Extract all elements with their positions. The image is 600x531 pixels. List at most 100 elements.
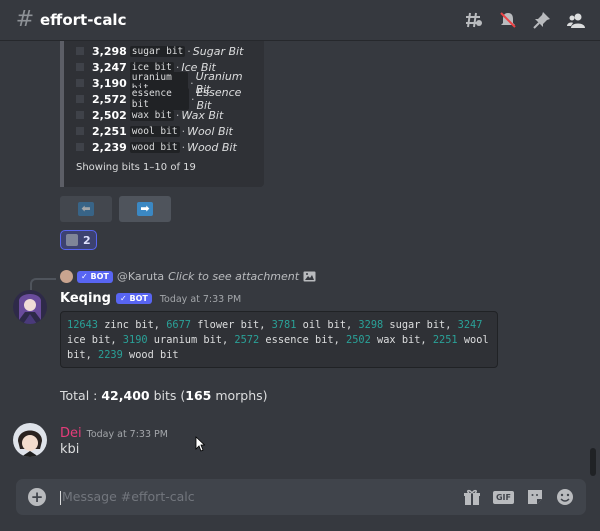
embed-row: 2,239 wood bit · Wood Bit [76,139,252,155]
code-content: 12643 zinc bit, 6677 flower bit, 3781 oi… [67,318,491,363]
row-count: 3,190 [92,76,127,90]
code-number: 3190 [122,334,148,346]
dei-message-text: kbi [60,442,80,457]
message-input-bar: + Message #effort-calc GIF [16,479,586,515]
code-label: zinc bit, [98,319,167,331]
reply-avatar [60,270,73,283]
dei-message-header: Dei Today at 7:33 PM [60,426,168,441]
code-label: flower bit, [191,319,272,331]
channel-name: effort-calc [40,11,127,29]
mute-notifications-icon[interactable] [498,10,518,30]
channel-header: # effort-calc [0,0,600,41]
keqing-timestamp: Today at 7:33 PM [159,294,242,305]
total-morphs: 165 [185,388,212,403]
dei-username[interactable]: Dei [60,426,82,441]
dei-avatar[interactable] [13,423,47,457]
code-number: 2572 [234,334,260,346]
total-prefix: Total : [60,388,102,403]
arrow-right-icon: ➡ [137,202,153,216]
code-label: wood bit [122,349,179,361]
message-input[interactable]: Message #effort-calc [60,489,463,505]
keqing-username[interactable]: Keqing [60,291,111,306]
code-number: 12643 [67,319,98,331]
keqing-bot-tag: ✓ BOT [115,293,152,304]
row-bullet [76,127,84,135]
row-code: wax bit [129,109,174,121]
row-bullet [76,143,84,151]
member-list-icon[interactable] [566,10,586,30]
embed-footer: Showing bits 1–10 of 19 [76,162,196,173]
total-mid: bits ( [149,388,186,403]
pin-icon[interactable] [532,10,552,30]
message-placeholder: Message #effort-calc [62,489,195,505]
row-count: 3,247 [92,60,127,74]
row-bullet [76,79,84,87]
code-number: 2502 [346,334,371,346]
total-bits: 42,400 [101,388,150,403]
code-label: ice bit, [67,334,123,346]
row-separator: · [181,140,186,154]
total-line: Total : 42,400 bits (165 morphs) [60,388,268,403]
code-label: oil bit, [296,319,359,331]
row-count: 2,502 [92,108,127,122]
gift-icon[interactable] [463,488,481,506]
pagination: ⬅ ➡ [60,196,171,222]
code-label: wax bit, [370,334,433,346]
embed-row: 2,251 wool bit · Wool Bit [76,123,252,139]
row-count: 3,298 [92,44,127,58]
code-number: 3298 [358,319,384,331]
code-number: 3247 [457,319,483,331]
row-bullet [76,47,84,55]
row-code: ice bit [129,61,174,73]
row-count: 2,239 [92,140,127,154]
reply-reference[interactable]: ✓ BOT @Karuta Click to see attachment [60,270,316,283]
threads-icon[interactable] [464,10,484,30]
row-separator: · [181,124,186,138]
row-count: 2,572 [92,92,127,106]
reaction-emoji-icon [66,234,78,246]
code-number: 2239 [98,349,123,361]
reaction-button[interactable]: 2 [60,230,97,250]
row-bullet [76,63,84,71]
arrow-left-icon: ⬅ [78,202,94,216]
reply-connector [30,278,56,290]
code-label: uranium bit, [147,334,235,346]
row-code: wool bit [129,125,180,137]
keqing-avatar[interactable] [13,290,47,324]
row-count: 2,251 [92,124,127,138]
row-separator: · [187,44,191,58]
embed-row: 2,572 essence bit · Essence Bit [76,86,252,112]
sticker-icon[interactable] [526,488,544,506]
row-separator: · [190,92,195,106]
code-number: 3781 [271,319,297,331]
embed-rows: 3,298 sugar bit · Sugar Bit 3,247 ice bit · Ice… [76,43,252,155]
row-code: wood bit [129,141,180,153]
row-bullet [76,111,84,119]
dei-timestamp: Today at 7:33 PM [86,429,168,440]
reply-username[interactable]: @Karuta [117,270,164,283]
reply-text[interactable]: Click to see attachment [168,270,299,283]
row-name: Wool Bit [187,124,233,138]
row-name: Wax Bit [181,108,224,122]
row-name: Wood Bit [187,140,237,154]
embed-row: 3,298 sugar bit · Sugar Bit [76,43,252,59]
row-code: sugar bit [129,45,186,57]
emoji-icon[interactable] [556,488,574,506]
code-number: 2251 [432,334,458,346]
channel-hash-icon: # [15,7,35,32]
next-page-button[interactable]: ➡ [119,196,171,222]
bits-code-block: 12643 zinc bit, 6677 flower bit, 3781 oi… [60,311,498,368]
attach-plus-icon[interactable]: + [28,488,46,506]
code-label: sugar bit, [383,319,458,331]
previous-page-button[interactable]: ⬅ [60,196,112,222]
mouse-cursor-icon [195,436,205,452]
keqing-message-header: Keqing ✓ BOT Today at 7:33 PM [60,291,241,306]
code-number: 6677 [166,319,192,331]
scrollbar-thumb[interactable] [590,448,596,476]
bit-list-embed: 3,298 sugar bit · Sugar Bit 3,247 ice bit · Ice… [60,41,264,187]
reaction-count: 2 [83,233,91,247]
image-icon [303,271,316,282]
gif-button[interactable]: GIF [492,490,514,504]
row-bullet [76,95,84,103]
row-name: Sugar Bit [192,44,244,58]
